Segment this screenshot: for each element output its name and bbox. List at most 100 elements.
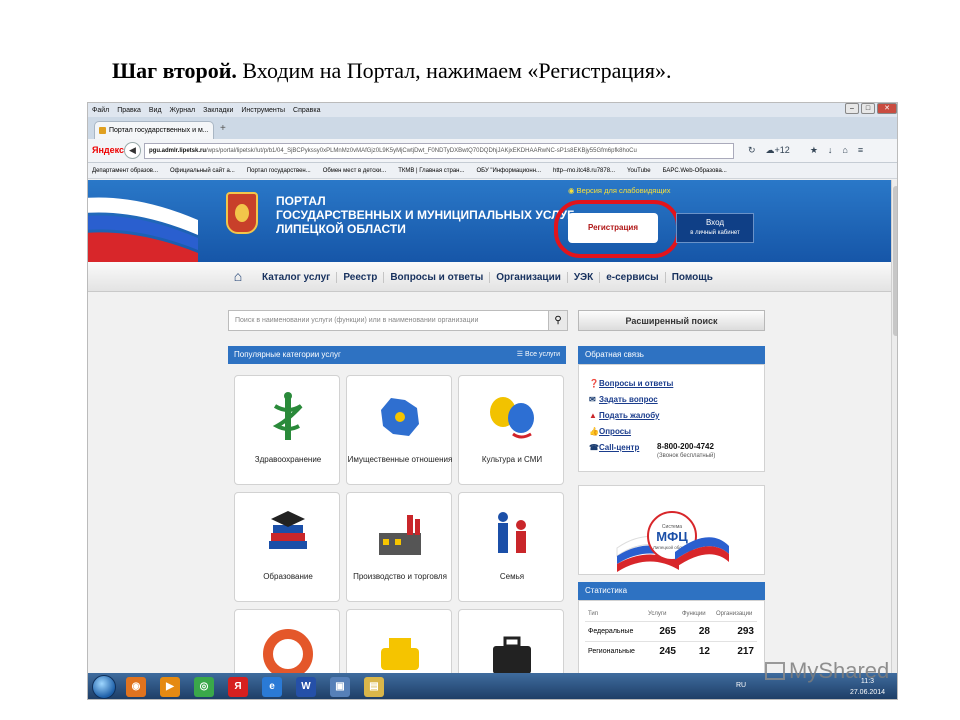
- feedback-callcenter-link[interactable]: ☎Call-центр: [589, 443, 639, 452]
- category-education[interactable]: Образование: [234, 492, 340, 602]
- browser-screenshot: Файл Правка Вид Журнал Закладки Инструме…: [87, 102, 898, 700]
- navigation-bar: Яндекс ◀ pgu.admlr.lipetsk.ru/wps/portal…: [88, 139, 897, 163]
- family-icon: [498, 512, 526, 553]
- category-property[interactable]: Имущественные отношения: [346, 375, 452, 485]
- bookmark-item[interactable]: Департамент образов...: [92, 168, 158, 174]
- download-icon[interactable]: ↓: [828, 145, 833, 156]
- category-culture[interactable]: Культура и СМИ: [458, 375, 564, 485]
- bookmark-item[interactable]: http--mo.itc48.ru7878...: [553, 168, 615, 174]
- window-controls: – □ ✕: [843, 103, 897, 114]
- bookmark-star-icon[interactable]: ★: [810, 145, 818, 156]
- lipetsk-emblem-icon: [226, 192, 258, 234]
- firefox-icon[interactable]: ◉: [126, 677, 146, 697]
- search-input[interactable]: Поиск в наименовании услуги (функции) ил…: [228, 310, 566, 331]
- new-tab-button[interactable]: +: [220, 123, 226, 134]
- nav-organizations[interactable]: Организации: [489, 271, 567, 283]
- explorer-icon[interactable]: ▤: [364, 677, 384, 697]
- nav-e-services[interactable]: e-сервисы: [599, 271, 665, 283]
- menu-help[interactable]: Справка: [293, 107, 320, 114]
- books-icon: [269, 511, 307, 549]
- bookmark-item[interactable]: ОБУ "Информационн...: [476, 168, 541, 174]
- question-icon: ❓: [589, 379, 599, 388]
- home-browser-icon[interactable]: ⌂: [842, 145, 847, 156]
- menu-tools[interactable]: Инструменты: [241, 107, 285, 114]
- menu-view[interactable]: Вид: [149, 107, 162, 114]
- media-player-icon[interactable]: ▶: [160, 677, 180, 697]
- bookmark-item[interactable]: YouTube: [627, 168, 651, 174]
- home-icon[interactable]: ⌂: [230, 268, 246, 284]
- category-industry[interactable]: Производство и торговля: [346, 492, 452, 602]
- table-row: Региональные 245 12 217: [585, 640, 757, 661]
- login-button[interactable]: Вход в личный кабинет: [676, 213, 754, 243]
- phone-number: 8-800-200-4742: [657, 442, 714, 451]
- slide-title: Шаг второй. Входим на Портал, нажимаем «…: [112, 58, 672, 83]
- tab-strip: Портал государственных и м... +: [88, 117, 897, 139]
- stats-table: Тип Услуги Функции Организации Федеральн…: [585, 607, 757, 661]
- back-button[interactable]: ◀: [124, 142, 141, 159]
- bookmarks-bar: Департамент образов... Официальный сайт …: [88, 163, 897, 179]
- ie-icon[interactable]: e: [262, 677, 282, 697]
- bookmark-item[interactable]: БАРС.Web-Образова...: [663, 168, 727, 174]
- menu-icon[interactable]: ≡: [858, 145, 863, 156]
- table-row: Федеральные 265 28 293: [585, 620, 757, 641]
- portal-title[interactable]: ПОРТАЛ ГОСУДАРСТВЕННЫХ И МУНИЦИПАЛЬНЫХ У…: [276, 194, 574, 236]
- flag-graphic: [88, 197, 198, 262]
- tab-title: Портал государственных и м...: [109, 127, 209, 134]
- chrome-icon[interactable]: ◎: [194, 677, 214, 697]
- language-indicator[interactable]: RU: [736, 682, 746, 689]
- feedback-faq-link[interactable]: ❓Вопросы и ответы: [589, 379, 673, 388]
- maximize-button[interactable]: □: [861, 103, 875, 114]
- minimize-button[interactable]: –: [845, 103, 859, 114]
- nav-catalog[interactable]: Каталог услуг: [256, 272, 336, 283]
- reload-icon[interactable]: ↻: [748, 145, 756, 156]
- stats-header-row: Тип Услуги Функции Организации: [588, 610, 753, 617]
- menu-file[interactable]: Файл: [92, 107, 109, 114]
- briefcase-icon: [493, 636, 531, 674]
- toolbar-icons: ↻ ☁+12 ★ ↓ ⌂ ≡: [748, 145, 873, 156]
- mfc-label: МФЦ: [656, 529, 688, 544]
- theater-masks-icon: [490, 397, 534, 439]
- nav-help[interactable]: Помощь: [664, 271, 719, 283]
- word-icon[interactable]: W: [296, 677, 316, 697]
- vertical-scrollbar[interactable]: [891, 180, 897, 678]
- tab-portal[interactable]: Портал государственных и м...: [94, 121, 214, 139]
- weather-icon[interactable]: ☁+12: [766, 145, 800, 156]
- menu-history[interactable]: Журнал: [170, 107, 196, 114]
- yandex-logo[interactable]: Яндекс: [92, 145, 124, 155]
- menu-edit[interactable]: Правка: [117, 107, 141, 114]
- bookmark-item[interactable]: ТКМВ | Главная стран...: [398, 168, 464, 174]
- category-healthcare[interactable]: Здравоохранение: [234, 375, 340, 485]
- feedback-ask-link[interactable]: ✉ Задать вопрос: [589, 395, 658, 404]
- category-family[interactable]: Семья: [458, 492, 564, 602]
- url-bar[interactable]: pgu.admlr.lipetsk.ru/wps/portal/lipetsk/…: [144, 143, 734, 159]
- portal-header: ПОРТАЛ ГОСУДАРСТВЕННЫХ И МУНИЦИПАЛЬНЫХ У…: [88, 180, 891, 262]
- search-icon[interactable]: ⚲: [548, 310, 568, 331]
- slide: Шаг второй. Входим на Портал, нажимаем «…: [0, 0, 960, 720]
- factory-icon: [379, 515, 421, 555]
- mfc-banner[interactable]: Система МФЦ Липецкой области: [578, 485, 765, 575]
- highlight-circle: [554, 200, 680, 258]
- bookmark-item[interactable]: Портал государствен...: [247, 168, 311, 174]
- nav-registry[interactable]: Реестр: [336, 271, 383, 283]
- close-button[interactable]: ✕: [877, 103, 897, 114]
- lifebuoy-icon: [263, 629, 313, 678]
- phone-note: (Звонок бесплатный): [657, 453, 716, 459]
- yandex-browser-icon[interactable]: Я: [228, 677, 248, 697]
- portal-nav: ⌂ Каталог услуг Реестр Вопросы и ответы …: [88, 262, 891, 292]
- feedback-polls-link[interactable]: 👍Опросы: [589, 427, 631, 436]
- start-button[interactable]: [92, 675, 116, 699]
- bookmark-item[interactable]: Обмен мест в детски...: [323, 168, 386, 174]
- feedback-complaint-link[interactable]: ▲ Подать жалобу: [589, 411, 659, 420]
- feedback-header: Обратная связь: [578, 346, 765, 364]
- menu-bookmarks[interactable]: Закладки: [203, 107, 233, 114]
- bookmark-item[interactable]: Официальный сайт а...: [170, 168, 235, 174]
- nav-uek[interactable]: УЭК: [566, 271, 599, 283]
- mail-icon: ✉: [589, 395, 596, 404]
- advanced-search-button[interactable]: Расширенный поиск: [578, 310, 765, 331]
- weak-vision-link[interactable]: ◉ Версия для слабовидящих: [568, 186, 670, 195]
- nav-faq[interactable]: Вопросы и ответы: [383, 271, 489, 283]
- all-services-link[interactable]: ☰ Все услуги: [517, 350, 560, 358]
- scroll-thumb[interactable]: [893, 186, 897, 336]
- favicon-icon: [99, 127, 106, 134]
- program-icon[interactable]: ▣: [330, 677, 350, 697]
